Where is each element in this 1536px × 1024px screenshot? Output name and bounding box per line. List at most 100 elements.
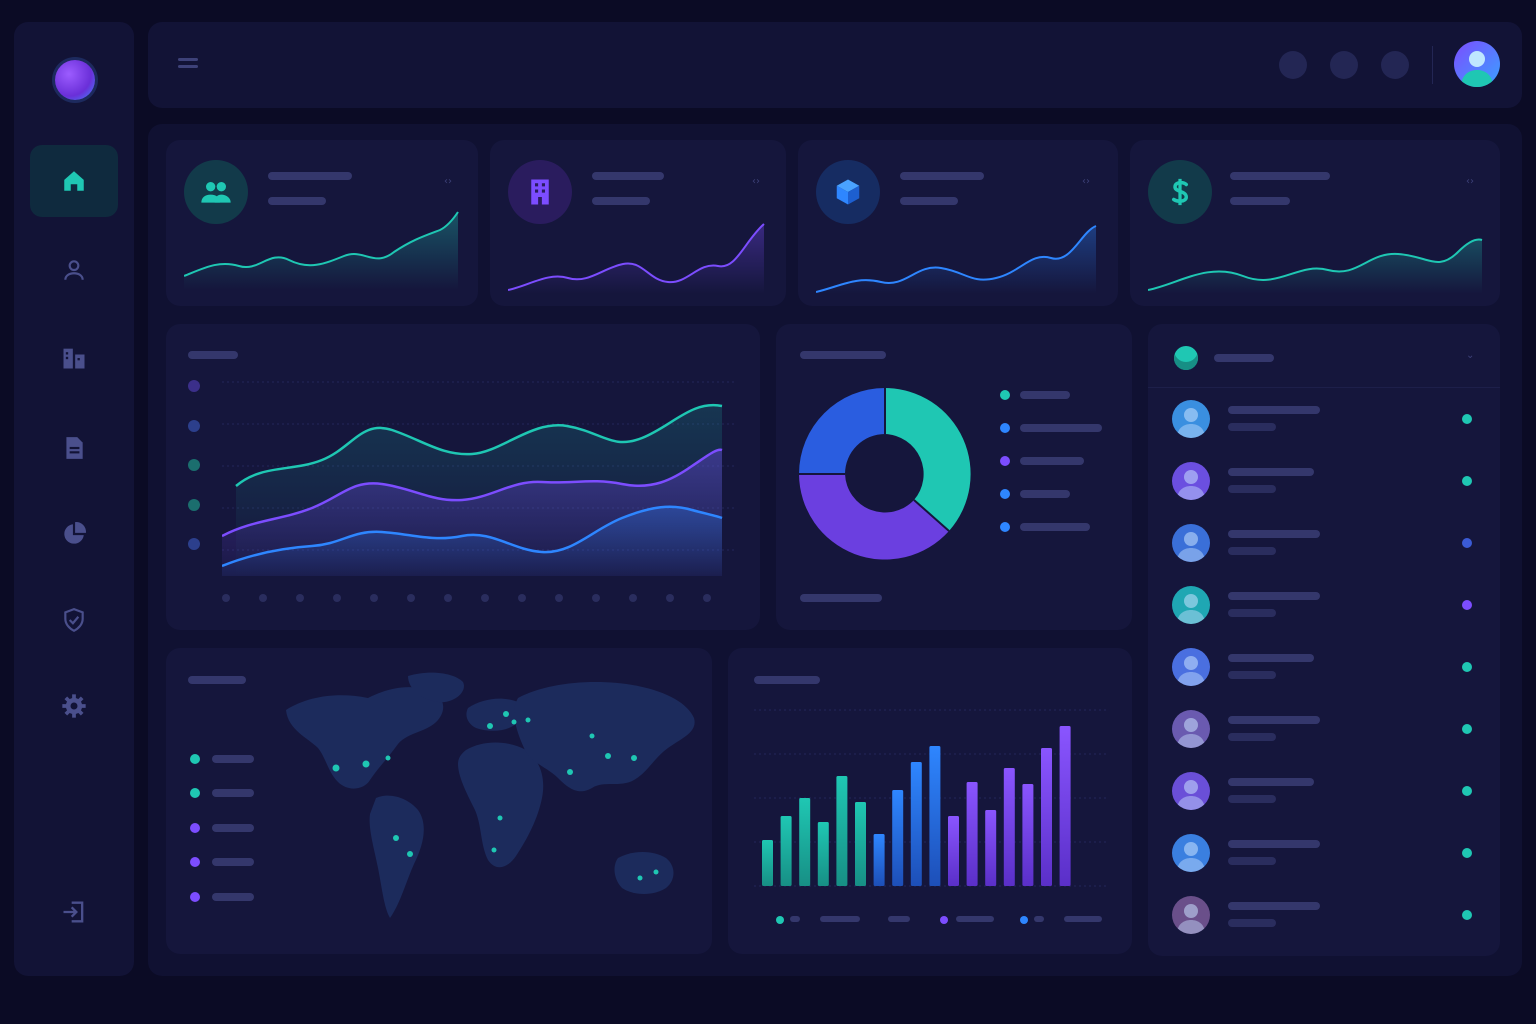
status-dot [1462,538,1472,548]
dollar-icon [1172,178,1189,206]
chart-title-placeholder [800,351,886,359]
bar-chart [754,709,1108,887]
avatar [1172,772,1210,810]
avatar [1172,400,1210,438]
sidebar-item-settings[interactable] [30,670,118,742]
user-activity-list: ⌄ [1148,324,1500,956]
menu-toggle-button[interactable] [176,54,202,76]
donut-chart-card [776,324,1132,630]
list-title-placeholder [1214,354,1274,362]
list-item[interactable] [1148,580,1500,632]
list-header: ⌄ [1148,324,1500,388]
sidebar-item-home[interactable] [30,145,118,217]
stat-icon-wrap [816,160,880,224]
stat-value-placeholder [1230,197,1290,205]
stat-icon-wrap [1148,160,1212,224]
list-item[interactable] [1148,704,1500,756]
list-item-title-placeholder [1228,654,1314,662]
stat-value-placeholder [592,197,650,205]
logout-icon [63,901,84,923]
list-item-subtitle-placeholder [1228,919,1276,927]
list-item-title-placeholder [1228,468,1314,476]
avatar [1172,648,1210,686]
south-america [369,795,424,918]
bar [966,782,978,886]
bar [780,816,792,886]
avatar-person-icon [1461,51,1493,87]
bar [762,840,773,886]
stat-card-products[interactable]: ‹› [798,140,1118,306]
list-item[interactable] [1148,518,1500,570]
donut-slice [885,388,971,531]
list-item[interactable] [1148,456,1500,508]
list-item-subtitle-placeholder [1228,857,1276,865]
donut-chart [799,388,971,560]
bar [836,776,848,886]
notification-button[interactable] [1279,51,1307,79]
chart-title-placeholder [188,351,238,359]
list-item-title-placeholder [1228,716,1320,724]
stat-card-buildings[interactable]: ‹› [490,140,786,306]
bar [929,746,941,886]
bar [948,816,959,886]
list-item-subtitle-placeholder [1228,423,1276,431]
messages-button[interactable] [1330,51,1358,79]
code-icon: ‹› [1082,176,1090,187]
sidebar-item-users[interactable] [30,234,118,306]
world-map-card [166,648,712,954]
pie-chart-icon [64,522,86,544]
bar [1003,768,1015,886]
settings-button[interactable] [1381,51,1409,79]
stat-card-revenue[interactable]: ‹› [1130,140,1500,306]
users-icon [201,182,231,203]
home-icon [64,171,84,191]
bar [985,810,997,886]
bar [1059,726,1071,886]
stat-title-placeholder [900,172,984,180]
multi-series-area-chart [222,381,734,576]
document-icon [66,437,83,459]
avatar [1172,896,1210,934]
status-dot [1462,786,1472,796]
stat-card-users[interactable]: ‹› [166,140,478,306]
stat-title-placeholder [268,172,352,180]
stat-value-placeholder [900,197,958,205]
bar-chart-card [728,648,1132,954]
australia [614,852,674,894]
stat-title-placeholder [1230,172,1330,180]
bar [817,822,829,886]
list-item-title-placeholder [1228,902,1320,910]
status-dot [1462,662,1472,672]
user-avatar[interactable] [1454,41,1500,87]
list-item[interactable] [1148,394,1500,446]
code-icon: ‹› [752,176,760,187]
sidebar-item-documents[interactable] [30,412,118,484]
sidebar-item-buildings[interactable] [30,322,118,394]
status-dot [1462,910,1472,920]
sidebar-item-security[interactable] [30,584,118,656]
stat-icon-wrap [508,160,572,224]
hamburger-icon [178,58,198,68]
chevron-down-icon[interactable]: ⌄ [1466,350,1474,361]
list-item[interactable] [1148,766,1500,818]
avatar [1172,834,1210,872]
list-header-avatar [1174,346,1198,370]
donut-slice [799,388,885,474]
sparkline-products [816,225,1097,294]
bar [1041,748,1052,886]
list-item-title-placeholder [1228,530,1320,538]
bar [1022,784,1034,886]
list-item-title-placeholder [1228,778,1314,786]
chart-footer-placeholder [800,594,882,602]
sparkline-buildings [508,223,765,294]
list-item[interactable] [1148,828,1500,880]
chart-title-placeholder [754,676,820,684]
stat-value-placeholder [268,197,326,205]
logout-button[interactable] [30,876,118,948]
list-item[interactable] [1148,890,1500,942]
logo [55,60,95,100]
sidebar-item-reports[interactable] [30,498,118,570]
sidebar [14,22,134,976]
status-dot [1462,724,1472,734]
list-item[interactable] [1148,642,1500,694]
